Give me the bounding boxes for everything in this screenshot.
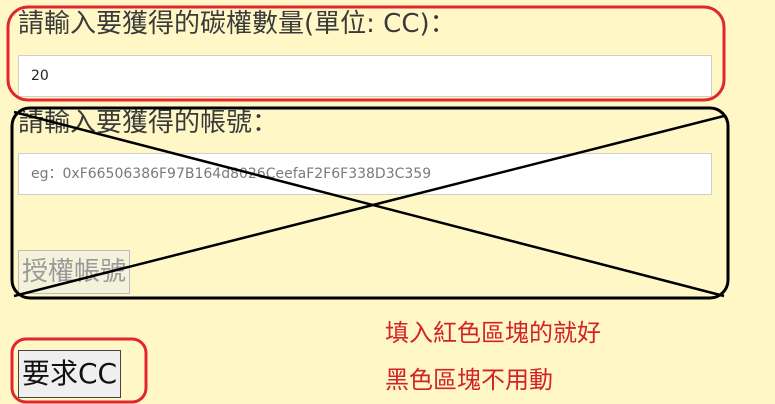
account-input[interactable] [18, 153, 712, 195]
request-cc-button[interactable]: 要求CC [18, 350, 122, 398]
authorize-account-button[interactable]: 授權帳號 [18, 250, 131, 294]
amount-label: 請輸入要獲得的碳權數量(單位: CC)： [18, 9, 456, 39]
annotation-note-fill-red: 填入紅色區塊的就好 [385, 319, 601, 347]
account-label: 請輸入要獲得的帳號： [18, 108, 279, 138]
amount-input[interactable] [18, 55, 712, 97]
annotation-note-ignore-black: 黑色區塊不用動 [385, 366, 553, 394]
